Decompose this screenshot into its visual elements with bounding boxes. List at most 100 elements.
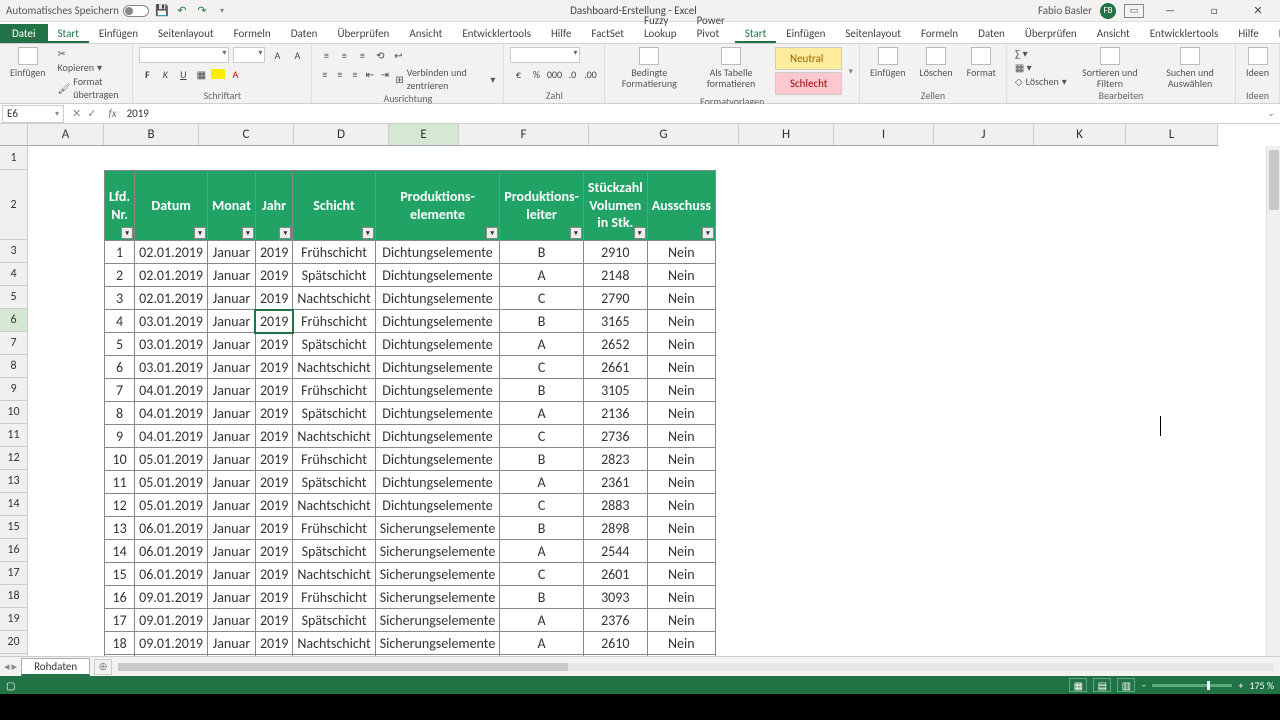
cell[interactable]: 02.01.2019 <box>135 287 208 310</box>
spreadsheet-grid[interactable]: ABCDEFGHIJKL 123456789101112131415161718… <box>0 124 1280 656</box>
cell[interactable]: 2019 <box>255 471 292 494</box>
col-header-F[interactable]: F <box>459 124 589 145</box>
align-mid-icon[interactable]: ≡ <box>336 47 352 63</box>
row-header-11[interactable]: 11 <box>0 424 28 447</box>
cell[interactable]: Nein <box>647 448 715 471</box>
cell[interactable]: Spätschicht <box>293 333 375 356</box>
col-header-L[interactable]: L <box>1126 124 1218 145</box>
cell[interactable]: 19 <box>105 655 135 657</box>
cell[interactable]: Nachtschicht <box>293 356 375 379</box>
cell[interactable]: Januar <box>208 494 256 517</box>
row-header-9[interactable]: 9 <box>0 378 28 401</box>
cell[interactable]: 10.01.2019 <box>135 655 208 657</box>
sort-filter-button[interactable]: Sortieren und Filtern <box>1075 47 1145 89</box>
filter-icon[interactable]: ▾ <box>121 227 133 239</box>
row-header-16[interactable]: 16 <box>0 539 28 562</box>
cell[interactable]: 06.01.2019 <box>135 517 208 540</box>
view-pagebreak-icon[interactable]: ▥ <box>1117 678 1135 692</box>
cell[interactable]: Dichtungselemente <box>375 356 500 379</box>
cell[interactable]: Januar <box>208 333 256 356</box>
cell[interactable]: B <box>500 310 584 333</box>
maximize-icon[interactable]: □ <box>1196 0 1232 22</box>
currency-icon[interactable]: € <box>510 66 526 82</box>
fx-icon[interactable]: fx <box>102 107 122 120</box>
zoom-slider[interactable] <box>1152 684 1232 687</box>
cell[interactable]: 14 <box>105 540 135 563</box>
cell[interactable]: Januar <box>208 264 256 287</box>
clear-button[interactable]: ◇ Löschen ▾ <box>1013 75 1069 88</box>
cell[interactable]: Dichtungselemente <box>375 310 500 333</box>
autosum-button[interactable]: ∑ ▾ <box>1013 47 1069 60</box>
cell[interactable]: Frühschicht <box>293 517 375 540</box>
cell[interactable]: 18 <box>105 632 135 655</box>
cell[interactable]: A <box>500 333 584 356</box>
cell[interactable]: 3105 <box>583 379 647 402</box>
cell[interactable]: C <box>500 655 584 657</box>
tab-formeln[interactable]: Formeln <box>224 24 281 43</box>
format-painter-button[interactable]: 🖌 Format übertragen <box>56 75 127 101</box>
cell[interactable]: 2019 <box>255 448 292 471</box>
format-cells-button[interactable]: Format <box>963 47 1000 78</box>
cell[interactable]: 09.01.2019 <box>135 586 208 609</box>
row-header-8[interactable]: 8 <box>0 355 28 378</box>
cond-format-button[interactable]: Bedingte Formatierung <box>611 47 687 89</box>
tab-ansicht[interactable]: Ansicht <box>399 24 452 43</box>
cell[interactable]: 13 <box>105 517 135 540</box>
as-table-button[interactable]: Als Tabelle formatieren <box>693 47 769 89</box>
col-header-D[interactable]: D <box>294 124 389 145</box>
tab-hilfe[interactable]: Hilfe <box>1228 24 1268 43</box>
cell[interactable]: Sicherungselemente <box>375 632 500 655</box>
row-header-21[interactable]: 21 <box>0 654 28 656</box>
close-icon[interactable]: ✕ <box>1240 0 1276 22</box>
cell[interactable]: 2019 <box>255 425 292 448</box>
cell[interactable]: Januar <box>208 379 256 402</box>
cell[interactable]: Dichtungselemente <box>375 402 500 425</box>
cell[interactable]: Nachtschicht <box>293 287 375 310</box>
style-neutral[interactable]: Neutral <box>775 47 843 70</box>
align-right-icon[interactable]: ≡ <box>348 66 361 82</box>
column-headers[interactable]: ABCDEFGHIJKL <box>28 124 1218 146</box>
undo-icon[interactable]: ↶ <box>175 4 189 18</box>
ribbon-options-icon[interactable]: ▭ <box>1124 4 1144 18</box>
filter-icon[interactable]: ▾ <box>362 227 374 239</box>
zoom-out-icon[interactable]: − <box>1141 679 1146 692</box>
tab-entwicklertools[interactable]: Entwicklertools <box>1140 24 1229 43</box>
cell[interactable]: 11 <box>105 471 135 494</box>
indent-dec-icon[interactable]: ⇤ <box>363 66 376 82</box>
cell[interactable]: 2544 <box>583 540 647 563</box>
tab-power-pivot[interactable]: Power Pivot <box>687 11 735 43</box>
tab-start[interactable]: Start <box>735 24 776 43</box>
filter-icon[interactable]: ▾ <box>702 227 714 239</box>
cell[interactable]: 8 <box>105 402 135 425</box>
col-header-E[interactable]: E <box>389 124 459 145</box>
cell[interactable]: A <box>500 540 584 563</box>
cell[interactable]: 03.01.2019 <box>135 356 208 379</box>
cell[interactable]: B <box>500 586 584 609</box>
cell[interactable]: Nein <box>647 563 715 586</box>
align-top-icon[interactable]: ≡ <box>318 47 334 63</box>
cell[interactable]: Nein <box>647 402 715 425</box>
row-header-3[interactable]: 3 <box>0 240 28 263</box>
table-header[interactable]: Datum▾ <box>135 171 208 241</box>
tab-entwicklertools[interactable]: Entwicklertools <box>452 24 541 43</box>
filter-icon[interactable]: ▾ <box>486 227 498 239</box>
find-select-button[interactable]: Suchen und Auswählen <box>1151 47 1229 89</box>
autosave-toggle[interactable]: Automatisches Speichern <box>6 4 149 17</box>
cell[interactable]: 2790 <box>583 287 647 310</box>
filter-icon[interactable]: ▾ <box>242 227 254 239</box>
cell[interactable]: C <box>500 494 584 517</box>
cell[interactable]: 03.01.2019 <box>135 333 208 356</box>
merge-button[interactable]: ⊞ Verbinden und zentrieren ▾ <box>393 66 497 92</box>
styles-more-icon[interactable]: ▾ <box>848 66 853 77</box>
cell[interactable]: 2019 <box>255 264 292 287</box>
col-header-B[interactable]: B <box>104 124 199 145</box>
cell[interactable]: B <box>500 517 584 540</box>
cell[interactable]: 09.01.2019 <box>135 609 208 632</box>
cell[interactable]: C <box>500 287 584 310</box>
border-button[interactable]: ▦ <box>193 66 209 82</box>
cell[interactable]: Nachtschicht <box>293 494 375 517</box>
cell[interactable]: Nein <box>647 425 715 448</box>
cell[interactable]: 04.01.2019 <box>135 425 208 448</box>
cell[interactable]: 2019 <box>255 287 292 310</box>
cell[interactable]: Frühschicht <box>293 379 375 402</box>
